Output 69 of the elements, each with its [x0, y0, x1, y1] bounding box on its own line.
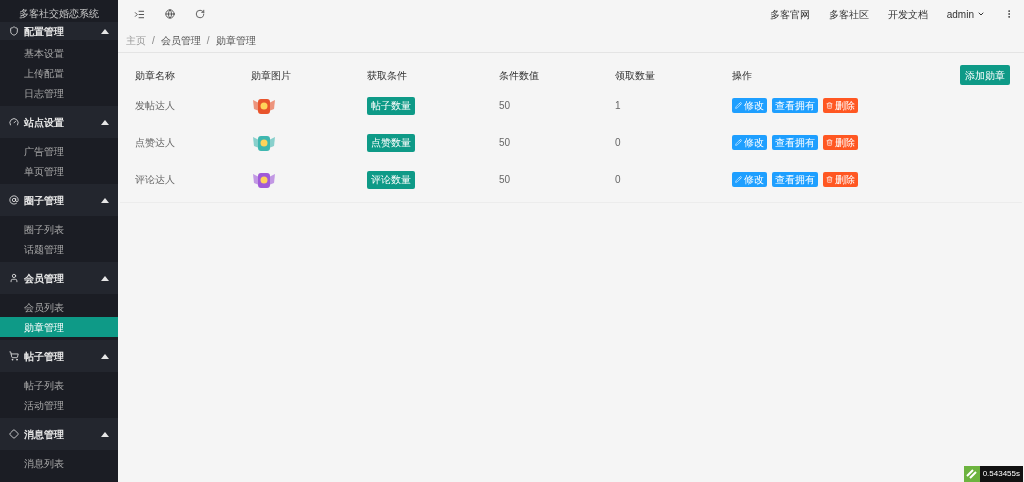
condition-tag: 帖子数量 — [367, 96, 415, 115]
table-cell: 1 — [615, 100, 621, 111]
breadcrumb-link[interactable]: 会员管理 — [160, 32, 201, 48]
sidebar-item[interactable]: 圈子列表 — [0, 219, 118, 239]
trash-icon — [826, 139, 833, 146]
caret-up-icon — [101, 275, 109, 281]
column-header: 勋章图片 — [251, 68, 291, 83]
table-cell: 评论达人 — [135, 174, 175, 185]
sidebar-item[interactable]: 单页管理 — [0, 161, 118, 181]
at-sign-icon — [9, 195, 19, 205]
sidebar-item[interactable]: 上传配置 — [0, 63, 118, 83]
sidebar-group[interactable]: 配置管理 — [0, 22, 118, 40]
table-cell: 点赞达人 — [135, 137, 175, 148]
sidebar-item[interactable]: 活动管理 — [0, 395, 118, 415]
table-cell: 50 — [499, 174, 511, 185]
table-cell: 50 — [499, 100, 511, 111]
sidebar-group[interactable]: 会员管理 — [0, 262, 118, 294]
breadcrumb-separator: / — [206, 33, 210, 48]
sidebar-item[interactable]: 帖子列表 — [0, 375, 118, 395]
condition-tag: 评论数量 — [367, 170, 415, 189]
refresh-icon[interactable] — [195, 9, 205, 19]
sidebar-group[interactable]: 帖子管理 — [0, 340, 118, 372]
column-header: 领取数量 — [615, 68, 655, 83]
column-header: 条件数值 — [499, 68, 539, 83]
trash-icon — [826, 102, 833, 109]
globe-icon[interactable] — [165, 9, 175, 19]
user-icon — [9, 273, 19, 283]
shield-icon — [9, 26, 19, 36]
diamond-icon — [9, 429, 19, 439]
table-cell: 0 — [615, 137, 621, 148]
sidebar-item[interactable]: 勋章管理 — [0, 317, 118, 337]
caret-up-icon — [101, 119, 109, 125]
gauge-icon — [9, 117, 19, 127]
caret-up-icon — [101, 353, 109, 359]
user-menu[interactable]: admin — [946, 6, 985, 22]
cart-icon — [9, 351, 19, 361]
column-header: 操作 — [732, 68, 752, 83]
caret-up-icon — [101, 431, 109, 437]
sidebar-group[interactable]: 消息管理 — [0, 418, 118, 450]
sidebar-item[interactable]: 话题管理 — [0, 239, 118, 259]
timer-text: 0.543455s — [982, 468, 1020, 480]
table-cell: 发帖达人 — [135, 100, 175, 111]
column-header: 勋章名称 — [135, 68, 175, 83]
column-header: 获取条件 — [367, 68, 407, 83]
sidebar-item[interactable]: 消息列表 — [0, 453, 118, 473]
add-badge-button[interactable]: 添加勋章 — [960, 65, 1010, 85]
top-link[interactable]: 多客官网 — [769, 6, 810, 22]
caret-up-icon — [101, 197, 109, 203]
table-cell: 50 — [499, 137, 511, 148]
breadcrumb-separator: / — [152, 33, 155, 48]
menu-icon[interactable] — [134, 8, 145, 20]
table-cell: 0 — [615, 174, 621, 185]
breadcrumb-link[interactable]: 勋章管理 — [215, 32, 256, 48]
pencil-icon — [735, 139, 742, 146]
sidebar-item[interactable]: 日志管理 — [0, 83, 118, 103]
pencil-icon — [735, 176, 742, 183]
caret-icon — [977, 10, 985, 18]
top-link[interactable]: 开发文档 — [887, 6, 928, 22]
app-title: 多客社交婚恋系统 — [18, 6, 100, 21]
pencil-icon — [735, 102, 742, 109]
caret-up-icon — [101, 28, 109, 34]
sidebar-group[interactable]: 站点设置 — [0, 106, 118, 138]
sidebar-item[interactable]: 会员列表 — [0, 297, 118, 317]
top-link[interactable]: 多客社区 — [828, 6, 869, 22]
sidebar-group[interactable]: 圈子管理 — [0, 184, 118, 216]
condition-tag: 点赞数量 — [367, 133, 415, 152]
sidebar-item[interactable]: 广告管理 — [0, 141, 118, 161]
sidebar-item[interactable]: 基本设置 — [0, 43, 118, 63]
trash-icon — [826, 176, 833, 183]
